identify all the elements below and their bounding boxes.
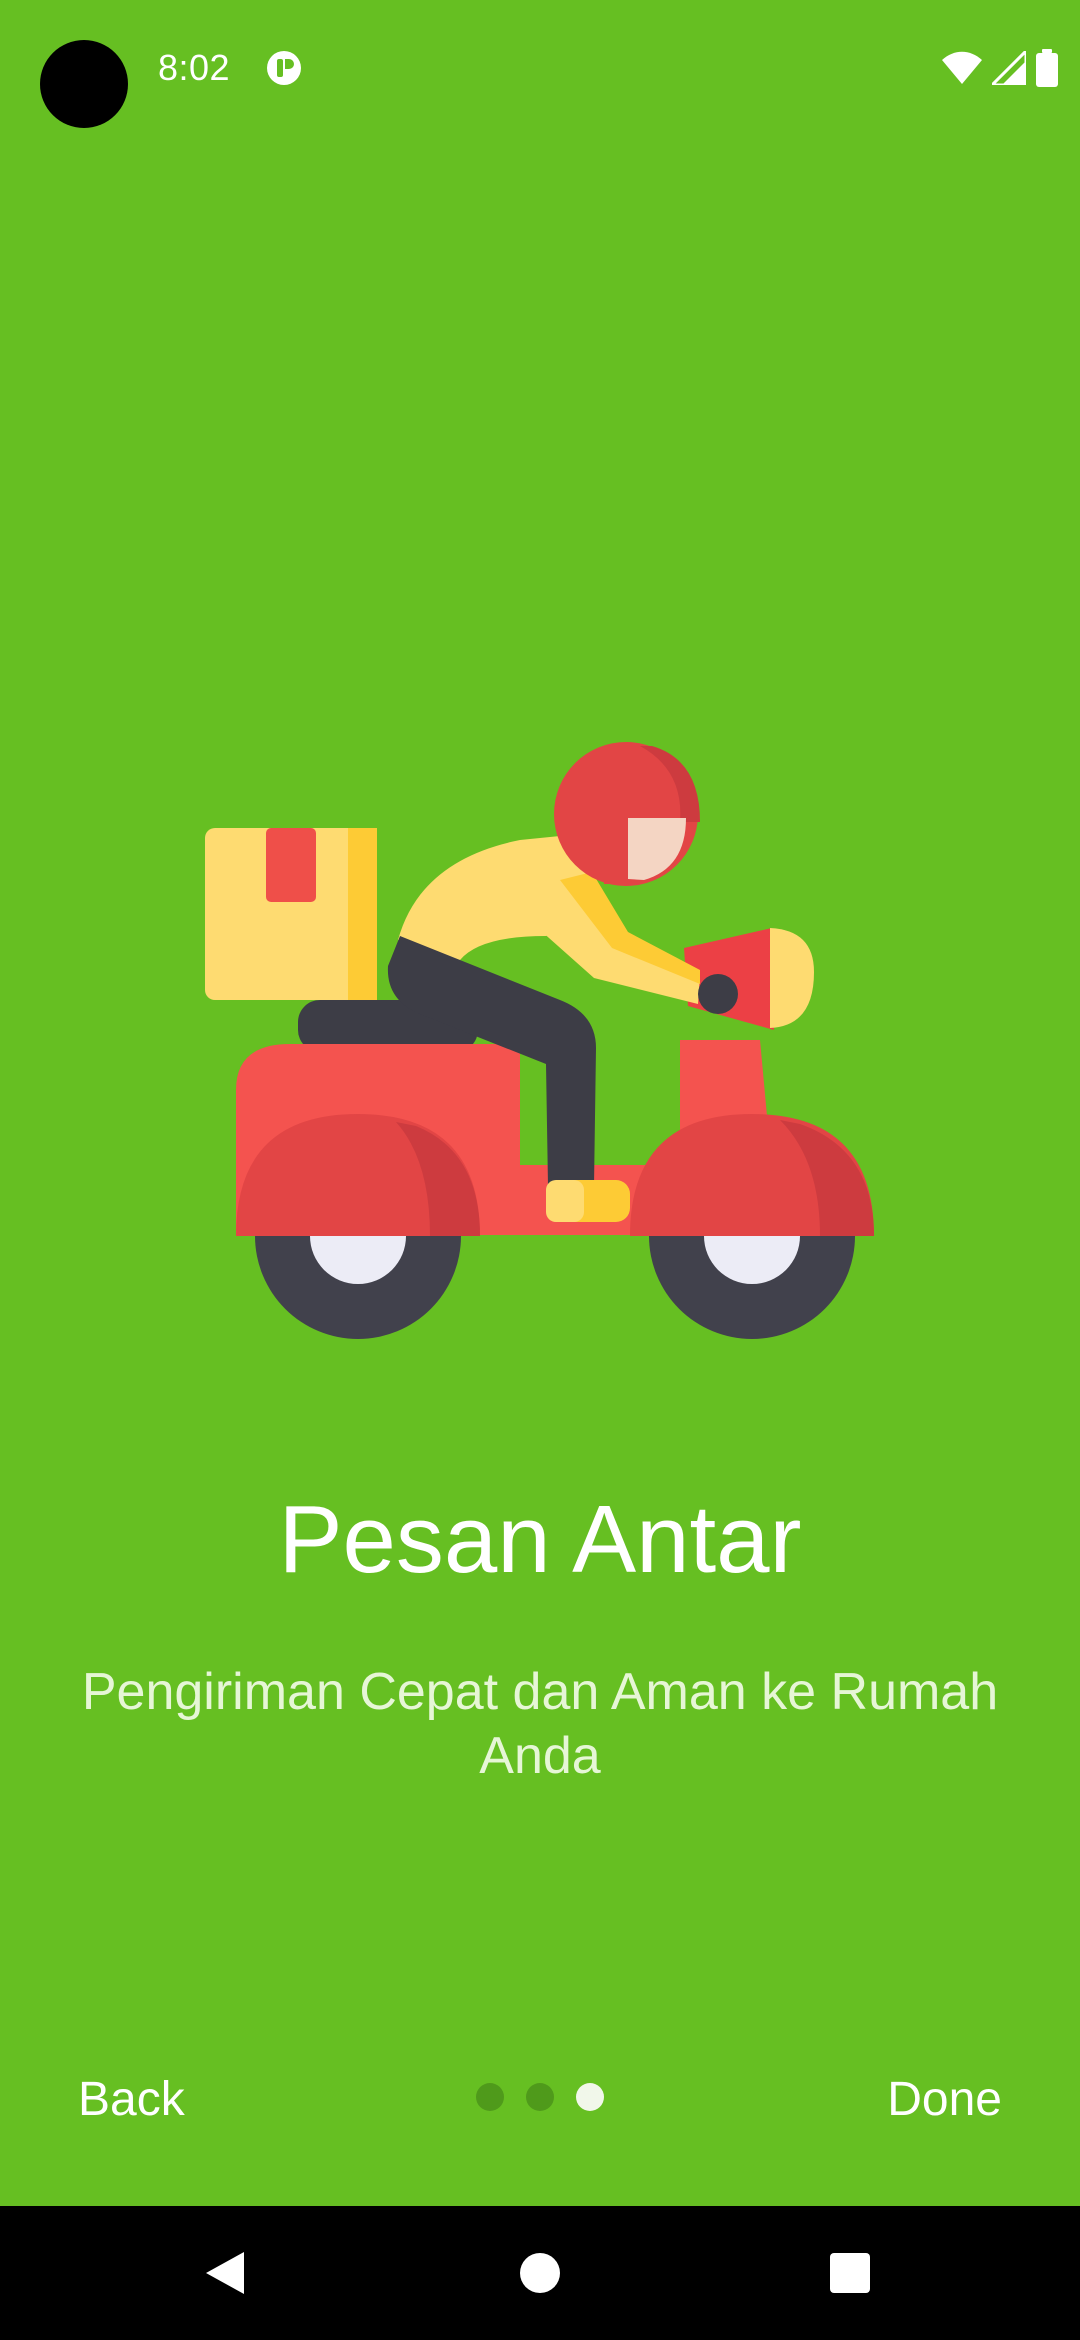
status-bar: 8:02	[0, 0, 1080, 140]
app-notification-icon	[267, 51, 301, 85]
nav-home-button[interactable]	[480, 2206, 600, 2340]
page-dot-1[interactable]	[476, 2083, 504, 2111]
intro-footer: Back Done	[0, 2060, 1080, 2140]
cell-signal-icon	[992, 51, 1026, 85]
page-dot-3-active[interactable]	[576, 2083, 604, 2111]
system-navigation-bar	[0, 2206, 1080, 2340]
recents-square-icon	[830, 2253, 870, 2293]
page-indicator	[476, 2082, 604, 2112]
page-dot-2[interactable]	[526, 2083, 554, 2111]
home-circle-icon	[520, 2253, 560, 2293]
camera-cutout	[40, 40, 128, 128]
done-button[interactable]: Done	[887, 2060, 1002, 2140]
back-button[interactable]: Back	[78, 2060, 185, 2140]
delivery-scooter-illustration	[205, 742, 874, 1339]
nav-recents-button[interactable]	[790, 2206, 910, 2340]
nav-back-button[interactable]	[166, 2206, 286, 2340]
back-triangle-icon	[206, 2252, 244, 2294]
slide-description: Pengiriman Cepat dan Aman ke Rumah Anda	[81, 1663, 999, 1785]
battery-icon	[1036, 49, 1058, 87]
status-icons	[942, 48, 1058, 88]
slide-title: Pesan Antar	[278, 1486, 802, 1593]
status-time: 8:02	[158, 47, 231, 88]
wifi-icon	[942, 51, 982, 84]
